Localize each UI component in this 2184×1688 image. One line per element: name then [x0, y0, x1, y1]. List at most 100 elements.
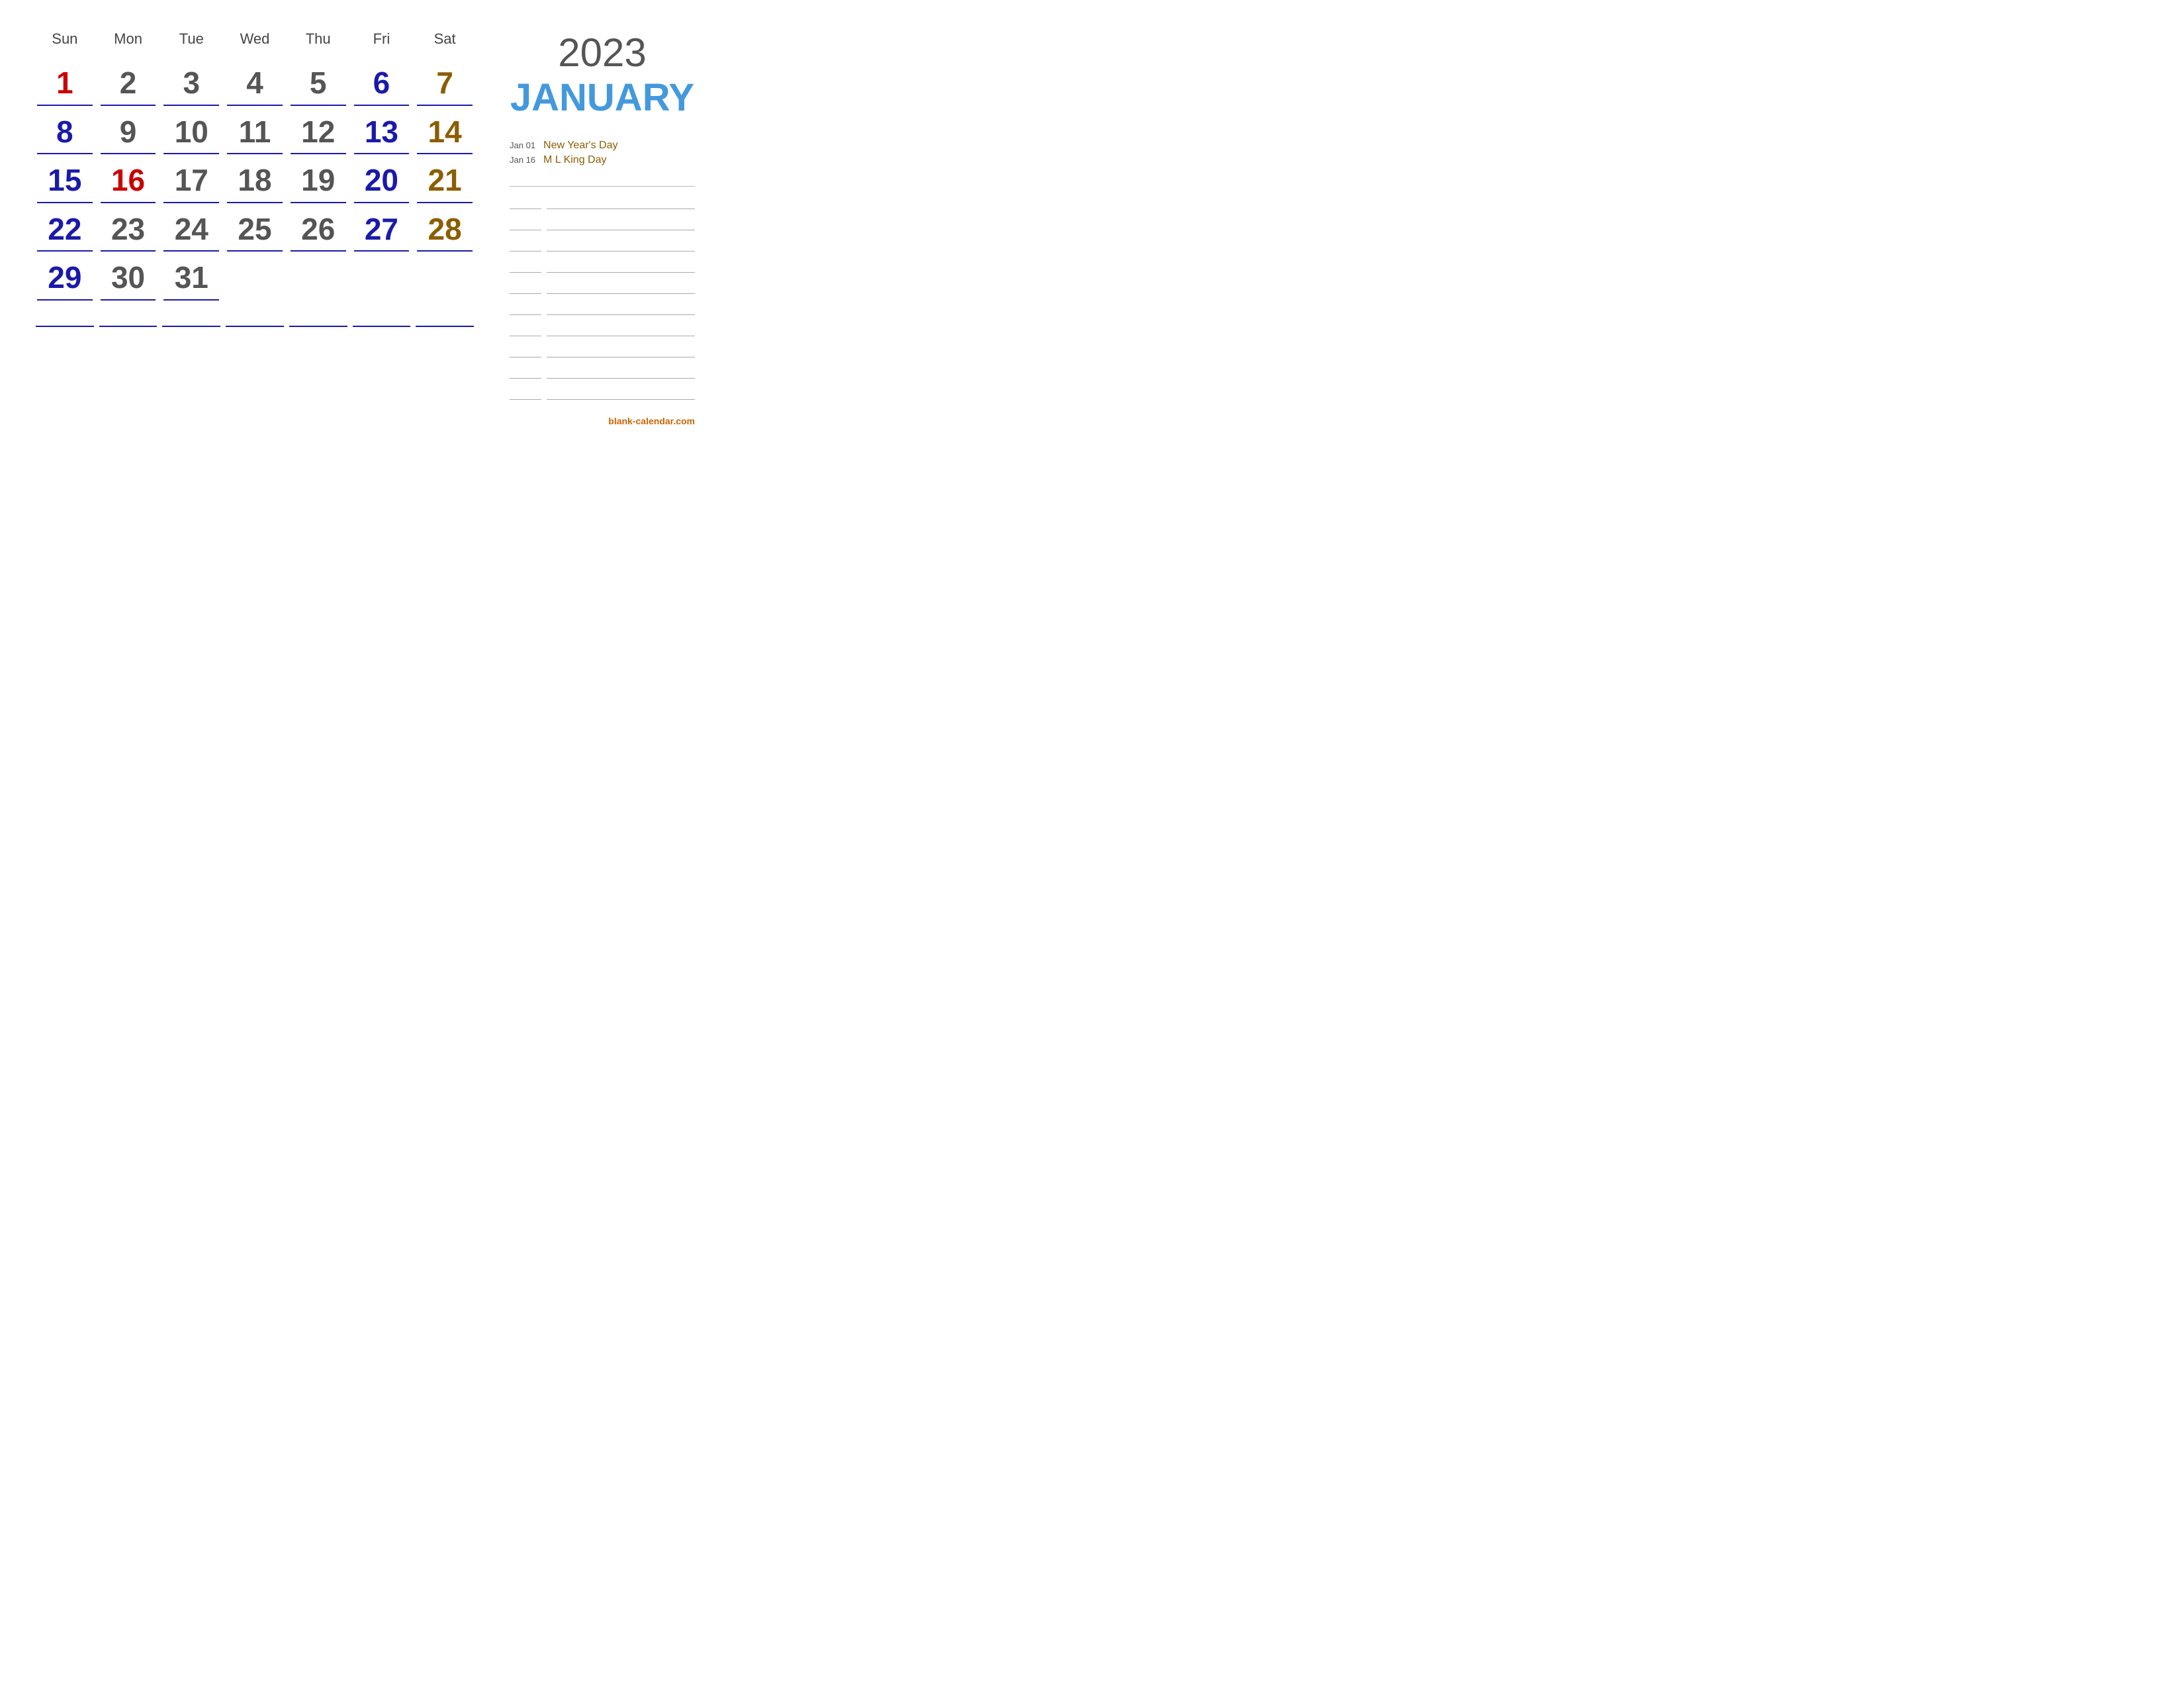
date-cell-15: 15 [33, 157, 97, 200]
notes-long-line [547, 346, 695, 357]
notes-short-line [510, 346, 541, 357]
date-cell-24: 24 [159, 206, 223, 249]
date-cell-12: 12 [287, 109, 350, 152]
day-header-tue: Tue [159, 26, 223, 54]
notes-long-line [547, 303, 695, 315]
date-number: 8 [56, 115, 73, 149]
date-number: 7 [436, 66, 453, 100]
notes-short-line [510, 282, 541, 294]
date-cell-20: 20 [350, 157, 414, 200]
notes-long-line [547, 218, 695, 230]
notes-row-7 [510, 324, 695, 336]
bottom-notes-row [33, 314, 477, 327]
date-cell-8: 8 [33, 109, 97, 152]
date-cell-13: 13 [350, 109, 414, 152]
empty-cell [223, 254, 287, 297]
underline-cell [354, 151, 410, 154]
underline-cell [227, 103, 283, 106]
bottom-notes-cell [36, 314, 94, 327]
underline-cell [37, 200, 93, 203]
week-row-1: 1234567 [33, 60, 477, 106]
date-number: 19 [301, 163, 335, 197]
date-number: 3 [183, 66, 200, 100]
underline-cell [101, 200, 156, 203]
notes-short-line [510, 218, 541, 230]
date-cell-30: 30 [97, 254, 160, 297]
date-number: 28 [428, 212, 462, 246]
holiday-row: Jan 16 M L King Day [510, 154, 695, 166]
notes-long-line [547, 261, 695, 273]
date-cell-7: 7 [413, 60, 477, 103]
calendar-section: SunMonTueWedThuFriSat 123456789101112131… [33, 26, 496, 428]
underline-cell [101, 297, 156, 301]
date-number: 30 [111, 260, 145, 295]
date-cell-25: 25 [223, 206, 287, 249]
date-number: 4 [246, 66, 263, 100]
date-cell-10: 10 [159, 109, 223, 152]
notes-row-2 [510, 218, 695, 230]
underline-cell [417, 200, 473, 203]
underline-cell [354, 103, 410, 106]
underline-cell [163, 151, 219, 154]
underline-cell [227, 151, 283, 154]
date-number: 1 [56, 66, 73, 100]
notes-short-line [510, 324, 541, 336]
notes-short-line [510, 261, 541, 273]
date-cell-19: 19 [287, 157, 350, 200]
date-number: 16 [111, 163, 145, 197]
date-cell-3: 3 [159, 60, 223, 103]
underline-cell [37, 103, 93, 106]
footer-link: blank-calendar.com [608, 416, 695, 426]
holiday-date: Jan 16 [510, 155, 535, 165]
underline-cell [354, 248, 410, 252]
bottom-notes-cell [289, 314, 347, 327]
date-cell-1: 1 [33, 60, 97, 103]
underline-cell [417, 248, 473, 252]
bottom-notes-cell [353, 314, 411, 327]
date-number: 27 [365, 212, 398, 246]
bottom-notes-cell [226, 314, 284, 327]
notes-long-line [547, 197, 695, 209]
date-number: 14 [428, 115, 462, 149]
underline-cell [37, 248, 93, 252]
underline-cell [291, 248, 346, 252]
holidays-section: Jan 01New Year's DayJan 16M L King Day [510, 140, 695, 169]
underline-cell [37, 297, 93, 301]
date-number: 21 [428, 163, 462, 197]
date-number: 24 [175, 212, 208, 246]
calendar-grid: 1234567891011121314151617181920212223242… [33, 60, 477, 327]
underline-cell [101, 151, 156, 154]
date-cell-11: 11 [223, 109, 287, 152]
underline-cell [227, 248, 283, 252]
empty-cell [413, 254, 477, 297]
day-header-wed: Wed [223, 26, 287, 54]
date-cell-6: 6 [350, 60, 414, 103]
holiday-name: M L King Day [543, 154, 606, 166]
underline-cell [227, 200, 283, 203]
date-number: 18 [238, 163, 271, 197]
date-number: 22 [48, 212, 81, 246]
separator [510, 186, 695, 187]
week-row-5: 293031 [33, 254, 477, 301]
date-cell-31: 31 [159, 254, 223, 297]
underline-cell [163, 103, 219, 106]
date-number: 5 [310, 66, 327, 100]
week-row-4: 22232425262728 [33, 206, 477, 252]
date-number: 13 [365, 115, 398, 149]
info-section: 2023 JANUARY Jan 01New Year's DayJan 16M… [496, 26, 695, 428]
month-label: JANUARY [510, 75, 695, 120]
underline-cell [163, 248, 219, 252]
day-header-sat: Sat [413, 26, 477, 54]
holiday-date: Jan 01 [510, 140, 535, 150]
underline-cell [101, 248, 156, 252]
notes-short-line [510, 388, 541, 400]
date-cell-26: 26 [287, 206, 350, 249]
notes-short-line [510, 303, 541, 315]
notes-row-8 [510, 346, 695, 357]
day-headers: SunMonTueWedThuFriSat [33, 26, 477, 54]
notes-section [510, 197, 695, 409]
date-cell-14: 14 [413, 109, 477, 152]
empty-cell [287, 254, 350, 297]
date-cell-27: 27 [350, 206, 414, 249]
notes-short-line [510, 197, 541, 209]
